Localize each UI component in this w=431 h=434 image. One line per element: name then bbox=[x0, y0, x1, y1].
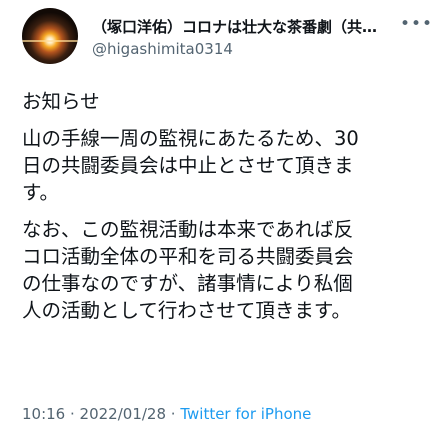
tweet-text: お知らせ 山の手線一周の監視にあたるため、30 日の共闘委員会は中止とさせて頂き… bbox=[22, 88, 417, 334]
more-dots-icon[interactable]: ••• bbox=[400, 14, 431, 34]
tweet-paragraph: 山の手線一周の監視にあたるため、30 日の共闘委員会は中止とさせて頂きま す。 bbox=[22, 127, 359, 204]
meta-separator: · bbox=[166, 405, 181, 423]
avatar-horizon bbox=[22, 40, 78, 42]
tweet-time[interactable]: 10:16 bbox=[22, 405, 65, 423]
display-name[interactable]: （塚口洋佑）コロナは壮大な茶番劇（共… bbox=[92, 16, 392, 37]
avatar[interactable] bbox=[22, 8, 78, 64]
tweet-paragraph: お知らせ bbox=[22, 90, 100, 113]
tweet-date[interactable]: 2022/01/28 bbox=[80, 405, 166, 423]
user-handle[interactable]: @higashimita0314 bbox=[92, 40, 233, 58]
tweet-source-link[interactable]: Twitter for iPhone bbox=[180, 405, 311, 423]
tweet-paragraph: なお、この監視活動は本来であれば反 コロ活動全体の平和を司る共闘委員会 の仕事な… bbox=[22, 218, 354, 322]
tweet-header: （塚口洋佑）コロナは壮大な茶番劇（共… @higashimita0314 ••• bbox=[22, 8, 431, 64]
meta-separator: · bbox=[65, 405, 80, 423]
tweet-card: （塚口洋佑）コロナは壮大な茶番劇（共… @higashimita0314 •••… bbox=[0, 0, 431, 434]
tweet-meta: 10:16 · 2022/01/28 · Twitter for iPhone bbox=[22, 405, 311, 423]
